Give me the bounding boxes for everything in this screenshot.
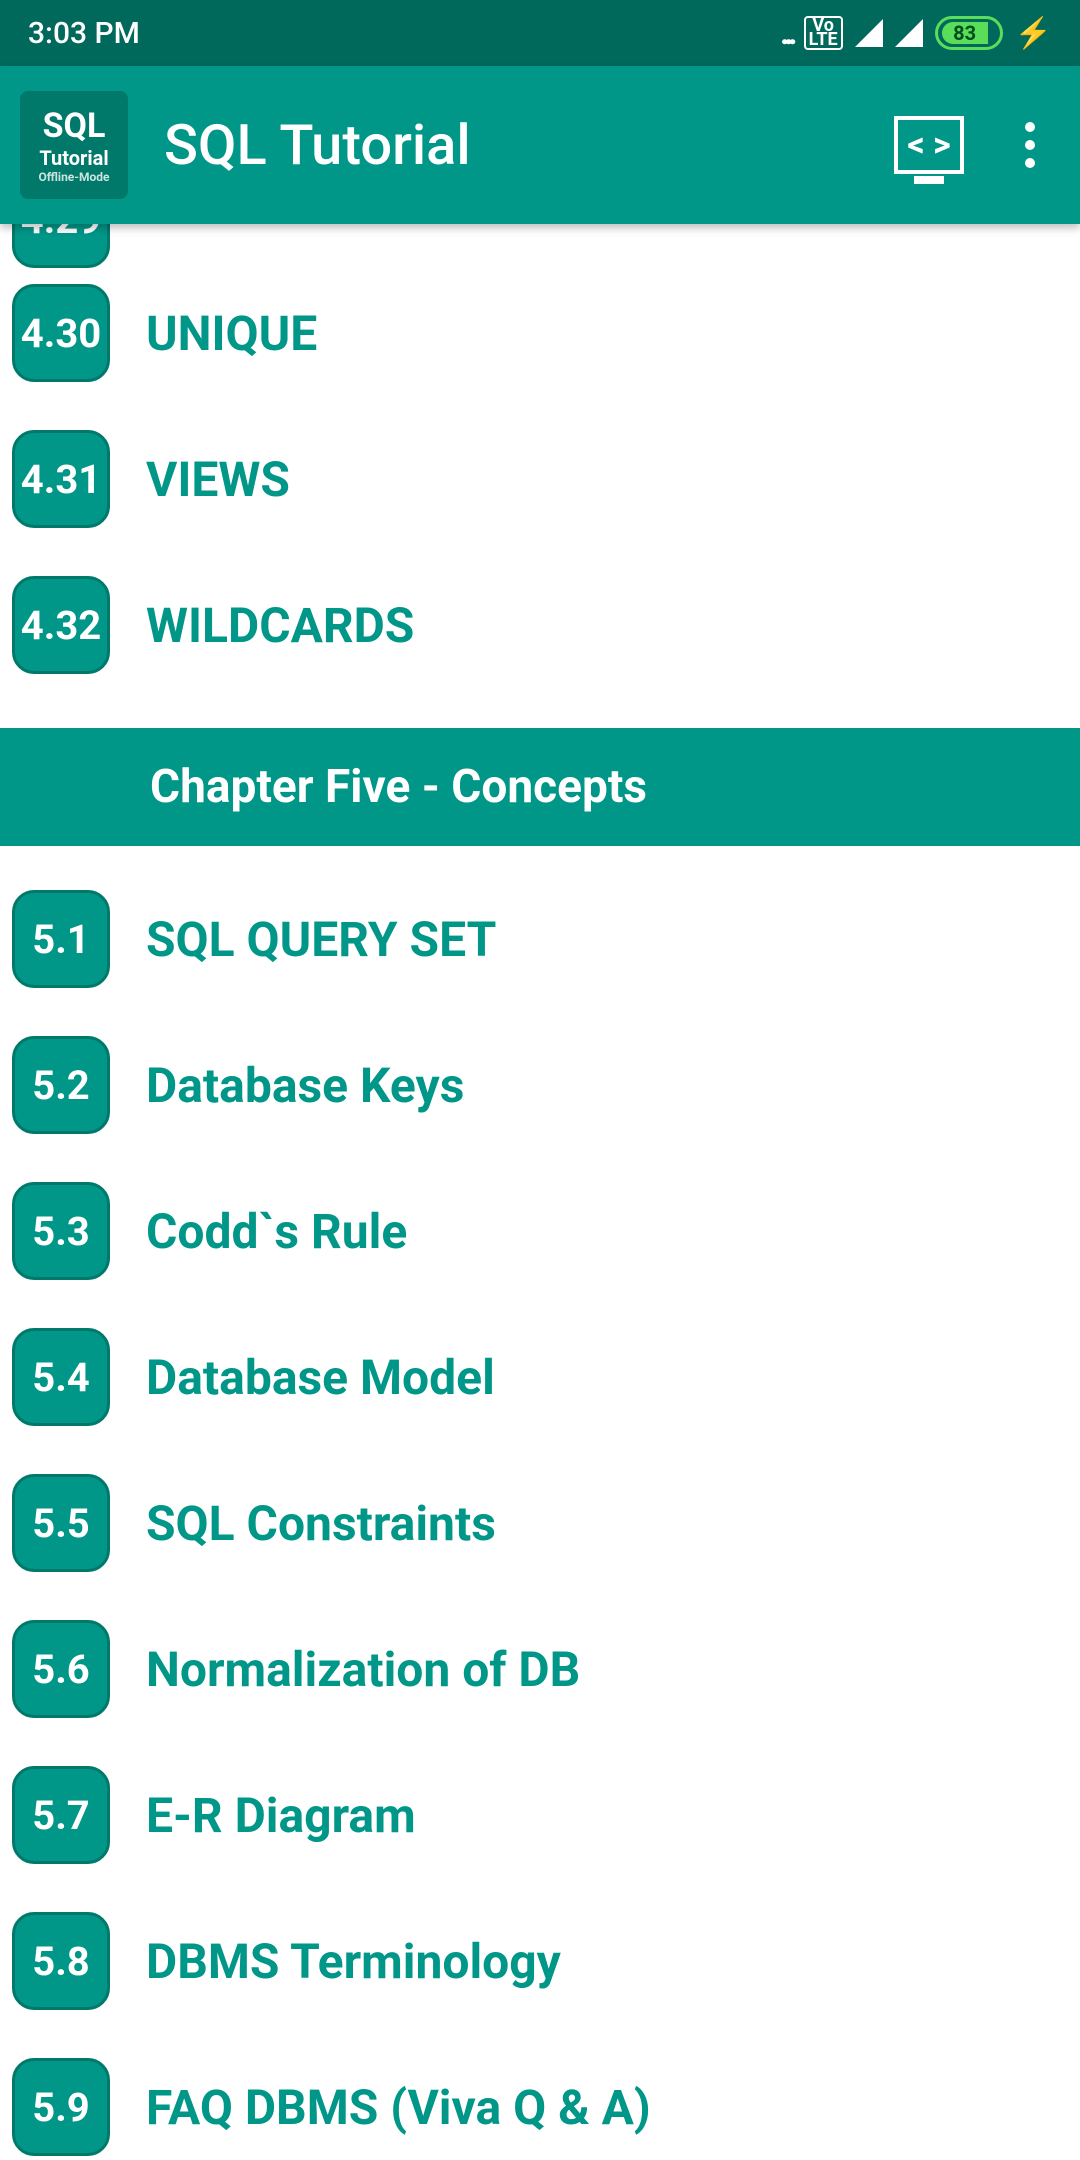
list-item-queryset[interactable]: 5.1 SQL QUERY SET: [0, 866, 1080, 1012]
status-time: 3:03 PM: [28, 16, 140, 51]
app-logo-icon: SQL Tutorial Offline-Mode: [20, 91, 128, 199]
content-list[interactable]: 4.29 UNION 4.30 UNIQUE 4.31 VIEWS 4.32 W…: [0, 224, 1080, 2160]
logo-line2: Tutorial: [39, 146, 108, 170]
battery-icon: 83: [935, 16, 1003, 50]
list-item-normal[interactable]: 5.6 Normalization of DB: [0, 1596, 1080, 1742]
logo-line3: Offline-Mode: [38, 170, 109, 184]
item-number-badge: 5.6: [12, 1620, 110, 1718]
list-item-dbkeys[interactable]: 5.2 Database Keys: [0, 1012, 1080, 1158]
item-number-badge: 5.8: [12, 1912, 110, 2010]
list-item-er[interactable]: 5.7 E-R Diagram: [0, 1742, 1080, 1888]
item-label: UNION: [146, 224, 293, 227]
item-label: Normalization of DB: [146, 1641, 580, 1698]
list-item-dbmsterm[interactable]: 5.8 DBMS Terminology: [0, 1888, 1080, 2034]
item-number-badge: 5.4: [12, 1328, 110, 1426]
item-label: WILDCARDS: [146, 597, 414, 654]
app-title: SQL Tutorial: [164, 112, 894, 178]
item-label: UNIQUE: [146, 305, 317, 362]
code-console-icon[interactable]: < >: [894, 116, 964, 174]
item-label: DBMS Terminology: [146, 1933, 561, 1990]
item-number-badge: 5.9: [12, 2058, 110, 2156]
app-bar: SQL Tutorial Offline-Mode SQL Tutorial <…: [0, 66, 1080, 224]
list-item-codd[interactable]: 5.3 Codd`s Rule: [0, 1158, 1080, 1304]
charging-icon: ⚡: [1015, 16, 1052, 51]
item-number-badge: 4.32: [12, 576, 110, 674]
item-label: Codd`s Rule: [146, 1203, 407, 1260]
item-label: E-R Diagram: [146, 1787, 416, 1844]
item-label: Database Keys: [146, 1057, 464, 1114]
item-label: FAQ DBMS (Viva Q & A): [146, 2079, 651, 2136]
item-number-badge: 5.5: [12, 1474, 110, 1572]
overflow-menu-button[interactable]: [1010, 122, 1050, 168]
item-number-badge: 4.30: [12, 284, 110, 382]
item-label: SQL QUERY SET: [146, 911, 496, 968]
signal-icon: [895, 19, 923, 47]
list-item-constraints[interactable]: 5.5 SQL Constraints: [0, 1450, 1080, 1596]
item-label: Database Model: [146, 1349, 495, 1406]
item-number-badge: 5.3: [12, 1182, 110, 1280]
item-number-badge: 5.2: [12, 1036, 110, 1134]
item-number-badge: 4.31: [12, 430, 110, 528]
item-label: SQL Constraints: [146, 1495, 496, 1552]
status-bar: 3:03 PM ... VoLTE 83 ⚡: [0, 0, 1080, 66]
list-item-wildcards[interactable]: 4.32 WILDCARDS: [0, 552, 1080, 698]
chapter-header-five: Chapter Five - Concepts: [0, 728, 1080, 846]
battery-level: 83: [942, 22, 988, 44]
logo-line1: SQL: [43, 106, 106, 146]
volte-icon: VoLTE: [804, 16, 843, 50]
list-item-faq[interactable]: 5.9 FAQ DBMS (Viva Q & A): [0, 2034, 1080, 2160]
item-number-badge: 5.7: [12, 1766, 110, 1864]
status-right: ... VoLTE 83 ⚡: [780, 13, 1052, 53]
list-item-views[interactable]: 4.31 VIEWS: [0, 406, 1080, 552]
more-indicator-icon: ...: [780, 13, 792, 53]
item-label: VIEWS: [146, 451, 290, 508]
item-number-badge: 5.1: [12, 890, 110, 988]
signal-icon: [855, 19, 883, 47]
list-item-dbmodel[interactable]: 5.4 Database Model: [0, 1304, 1080, 1450]
list-item-union[interactable]: 4.29 UNION: [0, 224, 1080, 260]
list-item-unique[interactable]: 4.30 UNIQUE: [0, 260, 1080, 406]
item-number-badge: 4.29: [12, 224, 110, 268]
